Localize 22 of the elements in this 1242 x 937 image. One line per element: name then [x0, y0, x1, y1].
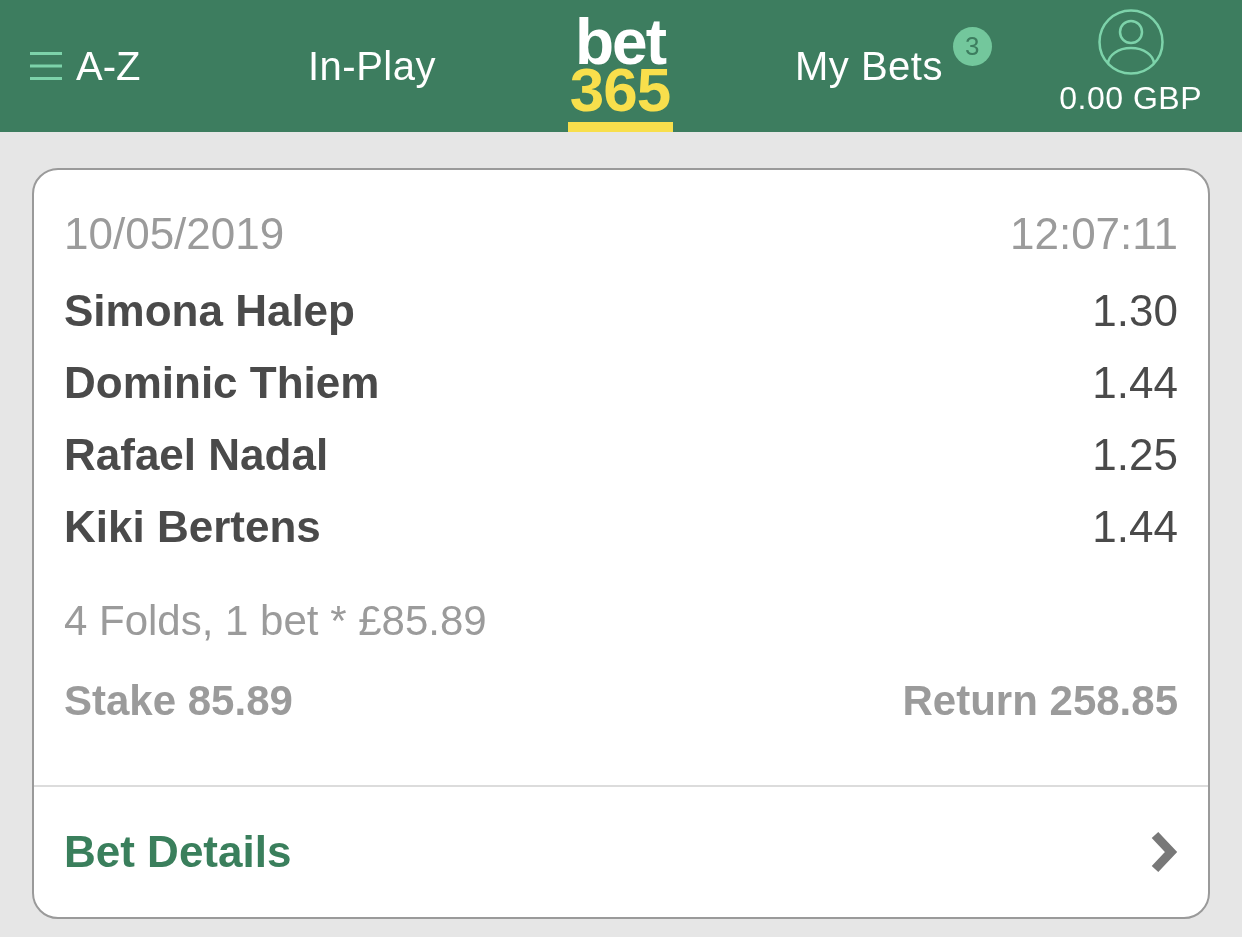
- selection-odds: 1.25: [1092, 429, 1178, 481]
- chevron-right-icon[interactable]: [1150, 830, 1178, 874]
- bet-time: 12:07:11: [1010, 208, 1178, 260]
- nav-tab[interactable]: In-Play: [308, 0, 436, 132]
- user-icon: [1097, 9, 1164, 75]
- bet-date: 10/05/2019: [64, 208, 285, 260]
- return-amount: Return 258.85: [902, 675, 1178, 726]
- bet-summary: 4 Folds, 1 bet * £85.89: [64, 595, 487, 646]
- selection-name: Kiki Bertens: [64, 501, 321, 553]
- menu-icon: [30, 52, 62, 80]
- account-button[interactable]: 0.00 GBP: [1059, 0, 1202, 132]
- selection-name: Dominic Thiem: [64, 357, 380, 409]
- selection-odds: 1.44: [1092, 357, 1178, 409]
- selection-name: Simona Halep: [64, 285, 355, 337]
- menu-button[interactable]: A-Z: [30, 0, 141, 132]
- selection-odds: 1.44: [1092, 501, 1178, 553]
- logo-tab[interactable]: bet 365: [567, 0, 673, 132]
- bet-details-link[interactable]: Bet Details: [64, 819, 292, 885]
- selection-odds: 1.30: [1092, 285, 1178, 337]
- selection-name: Rafael Nadal: [64, 429, 329, 481]
- stake-amount: Stake 85.89: [64, 675, 293, 726]
- count-badge: 3: [953, 27, 992, 66]
